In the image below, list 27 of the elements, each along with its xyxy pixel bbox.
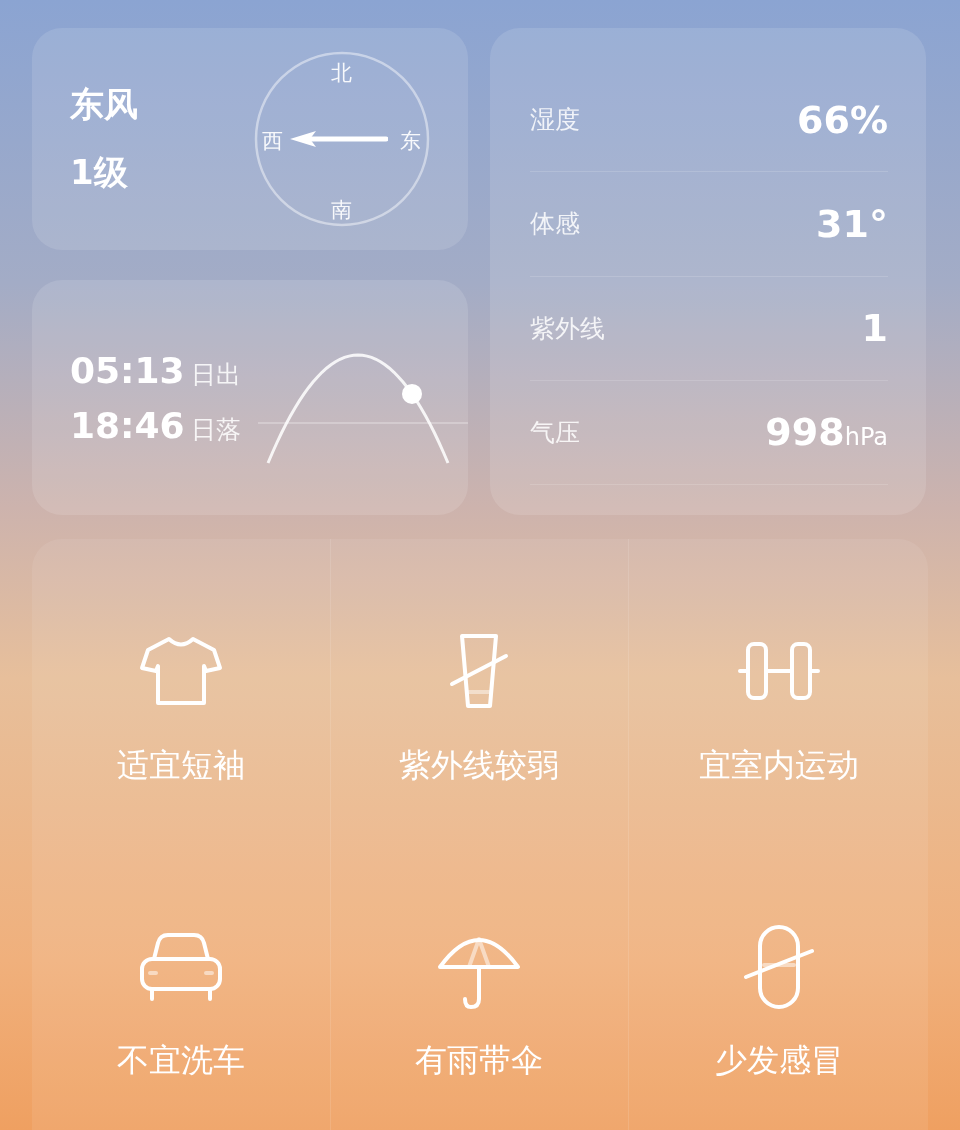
tip-label: 不宜洗车 (116, 1040, 245, 1081)
sun-path-icon (266, 353, 450, 464)
tip-label: 有雨带伞 (415, 1040, 544, 1081)
wind-direction: 东风 (70, 83, 138, 126)
tip-label: 宜室内运动 (698, 744, 859, 786)
detail-value: 998hPa (765, 410, 888, 455)
tip-label: 紫外线较弱 (399, 744, 560, 786)
sun-time: 05:13 (70, 349, 185, 391)
tip-label: 少发感冒 (714, 1040, 843, 1081)
tip-label: 适宜短袖 (116, 744, 245, 786)
detail-value: 31° (816, 201, 888, 246)
compass-ring-icon (254, 51, 430, 227)
sun-label: 日出 (190, 358, 241, 391)
compass-label: 南 (331, 197, 352, 224)
compass-label: 西 (262, 128, 283, 155)
detail-value: 1 (861, 306, 888, 351)
detail-value: 66% (797, 97, 888, 142)
sun-time: 18:46 (70, 404, 185, 446)
wind-level: 1级 (70, 151, 129, 194)
detail-label: 紫外线 (530, 312, 605, 345)
compass-label: 北 (331, 60, 352, 87)
sun-label: 日落 (190, 413, 241, 446)
detail-label: 湿度 (530, 104, 580, 137)
detail-label: 气压 (530, 416, 580, 449)
wind-arrow-icon (290, 130, 388, 148)
compass-label: 东 (400, 128, 421, 155)
detail-label: 体感 (530, 208, 580, 241)
